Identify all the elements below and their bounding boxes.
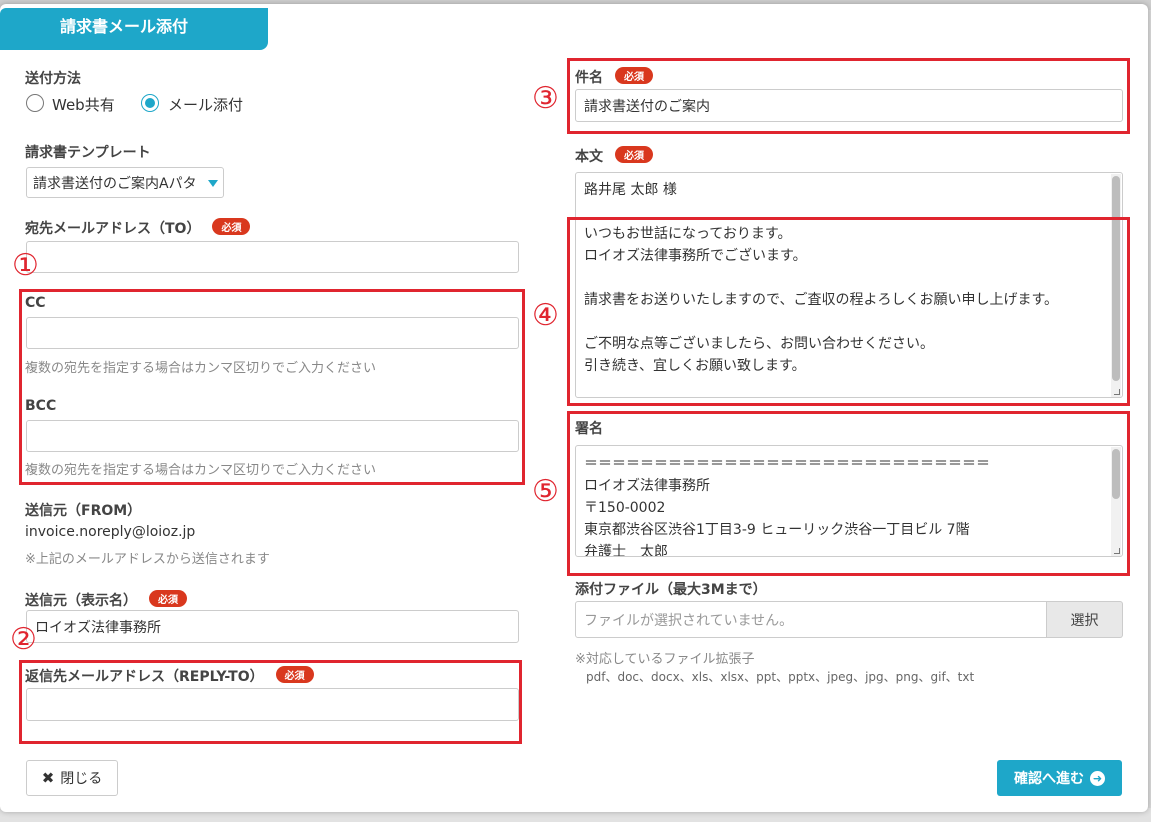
annotation-3: ③ [532, 81, 559, 116]
from-value: invoice.noreply@loioz.jp [25, 524, 196, 540]
radio-mail-attach[interactable] [141, 94, 159, 112]
from-name-input[interactable]: ロイオズ法律事務所 [26, 610, 519, 643]
signature-line: ロイオズ法律事務所 [584, 478, 710, 494]
from-label: 送信元（FROM） [25, 503, 142, 519]
modal-title: 請求書メール添付 [0, 8, 268, 50]
close-icon: ✖ [41, 769, 55, 787]
chevron-down-icon [208, 180, 218, 187]
attachment-hint: ※対応しているファイル拡張子 [575, 652, 755, 667]
arrow-right-circle-icon: ➜ [1090, 770, 1105, 786]
required-badge: 必須 [275, 666, 314, 683]
annotation-1: ① [12, 248, 39, 283]
reply-to-label: 返信先メールアドレス（REPLY-TO） 必須 [25, 666, 314, 686]
close-button[interactable]: ✖ 閉じる [26, 760, 118, 796]
template-label: 請求書テンプレート [25, 145, 151, 161]
annotation-5: ⑤ [532, 474, 559, 509]
from-name-label: 送信元（表示名） 必須 [25, 590, 187, 610]
required-badge: 必須 [212, 218, 251, 235]
subject-label: 件名 必須 [575, 67, 653, 87]
cc-label: CC [25, 295, 46, 311]
subject-input[interactable]: 請求書送付のご案内 [575, 89, 1123, 122]
radio-web-share[interactable] [26, 94, 44, 112]
signature-line: 東京都渋谷区渋谷1丁目3-9 ヒューリック渋谷一丁目ビル 7階 [584, 522, 970, 538]
required-badge: 必須 [149, 590, 187, 607]
radio-web-share-label[interactable]: Web共有 [52, 94, 115, 115]
to-label: 宛先メールアドレス（TO） 必須 [25, 218, 251, 238]
annotation-2: ② [10, 622, 37, 657]
signature-scrollbar-thumb[interactable] [1112, 449, 1120, 499]
required-badge: 必須 [615, 146, 653, 163]
cc-input[interactable] [26, 317, 519, 349]
resize-grip-icon[interactable] [1114, 548, 1120, 554]
radio-mail-attach-label[interactable]: メール添付 [168, 94, 243, 115]
cc-hint: 複数の宛先を指定する場合はカンマ区切りでご入力ください [25, 361, 377, 376]
annotation-4: ④ [532, 298, 559, 333]
template-select-value: 請求書送付のご案内Aパタ [33, 175, 197, 192]
confirm-button-label: 確認へ進む [1014, 771, 1084, 787]
body-label: 本文 必須 [575, 146, 653, 166]
send-method-label: 送付方法 [25, 71, 81, 87]
confirm-button[interactable]: 確認へ進む ➜ [997, 760, 1122, 796]
template-select[interactable]: 請求書送付のご案内Aパタ [26, 167, 224, 198]
attachment-extensions: pdf、doc、docx、xls、xlsx、ppt、pptx、jpeg、jpg、… [586, 670, 975, 684]
to-input[interactable] [26, 241, 519, 273]
signature-line: 〒150-0002 [584, 500, 666, 516]
reply-to-input[interactable] [26, 688, 519, 721]
from-hint: ※上記のメールアドレスから送信されます [25, 552, 270, 567]
signature-line: 弁護士 太郎 [584, 544, 668, 557]
body-line: 路井尾 太郎 様 [584, 182, 677, 198]
invoice-mail-modal: 請求書メール添付 送付方法 Web共有 メール添付 請求書テンプレート 請求書送… [0, 4, 1148, 812]
close-button-label: 閉じる [60, 771, 103, 787]
bcc-input[interactable] [26, 420, 519, 452]
annotation-box-4 [567, 217, 1130, 406]
signature-line: ＝＝＝＝＝＝＝＝＝＝＝＝＝＝＝＝＝＝＝＝＝＝＝＝＝＝＝＝＝ [584, 456, 990, 472]
signature-textarea[interactable]: ＝＝＝＝＝＝＝＝＝＝＝＝＝＝＝＝＝＝＝＝＝＝＝＝＝＝＝＝＝ ロイオズ法律事務所 … [575, 445, 1123, 557]
attachment-label: 添付ファイル（最大3Mまで） [575, 582, 767, 598]
attachment-file-input[interactable]: ファイルが選択されていません。 [575, 601, 1047, 638]
bcc-hint: 複数の宛先を指定する場合はカンマ区切りでご入力ください [25, 463, 377, 478]
signature-scrollbar[interactable] [1111, 447, 1121, 556]
signature-label: 署名 [575, 421, 603, 437]
bcc-label: BCC [25, 398, 57, 414]
file-select-button[interactable]: 選択 [1047, 601, 1123, 638]
required-badge: 必須 [615, 67, 653, 84]
